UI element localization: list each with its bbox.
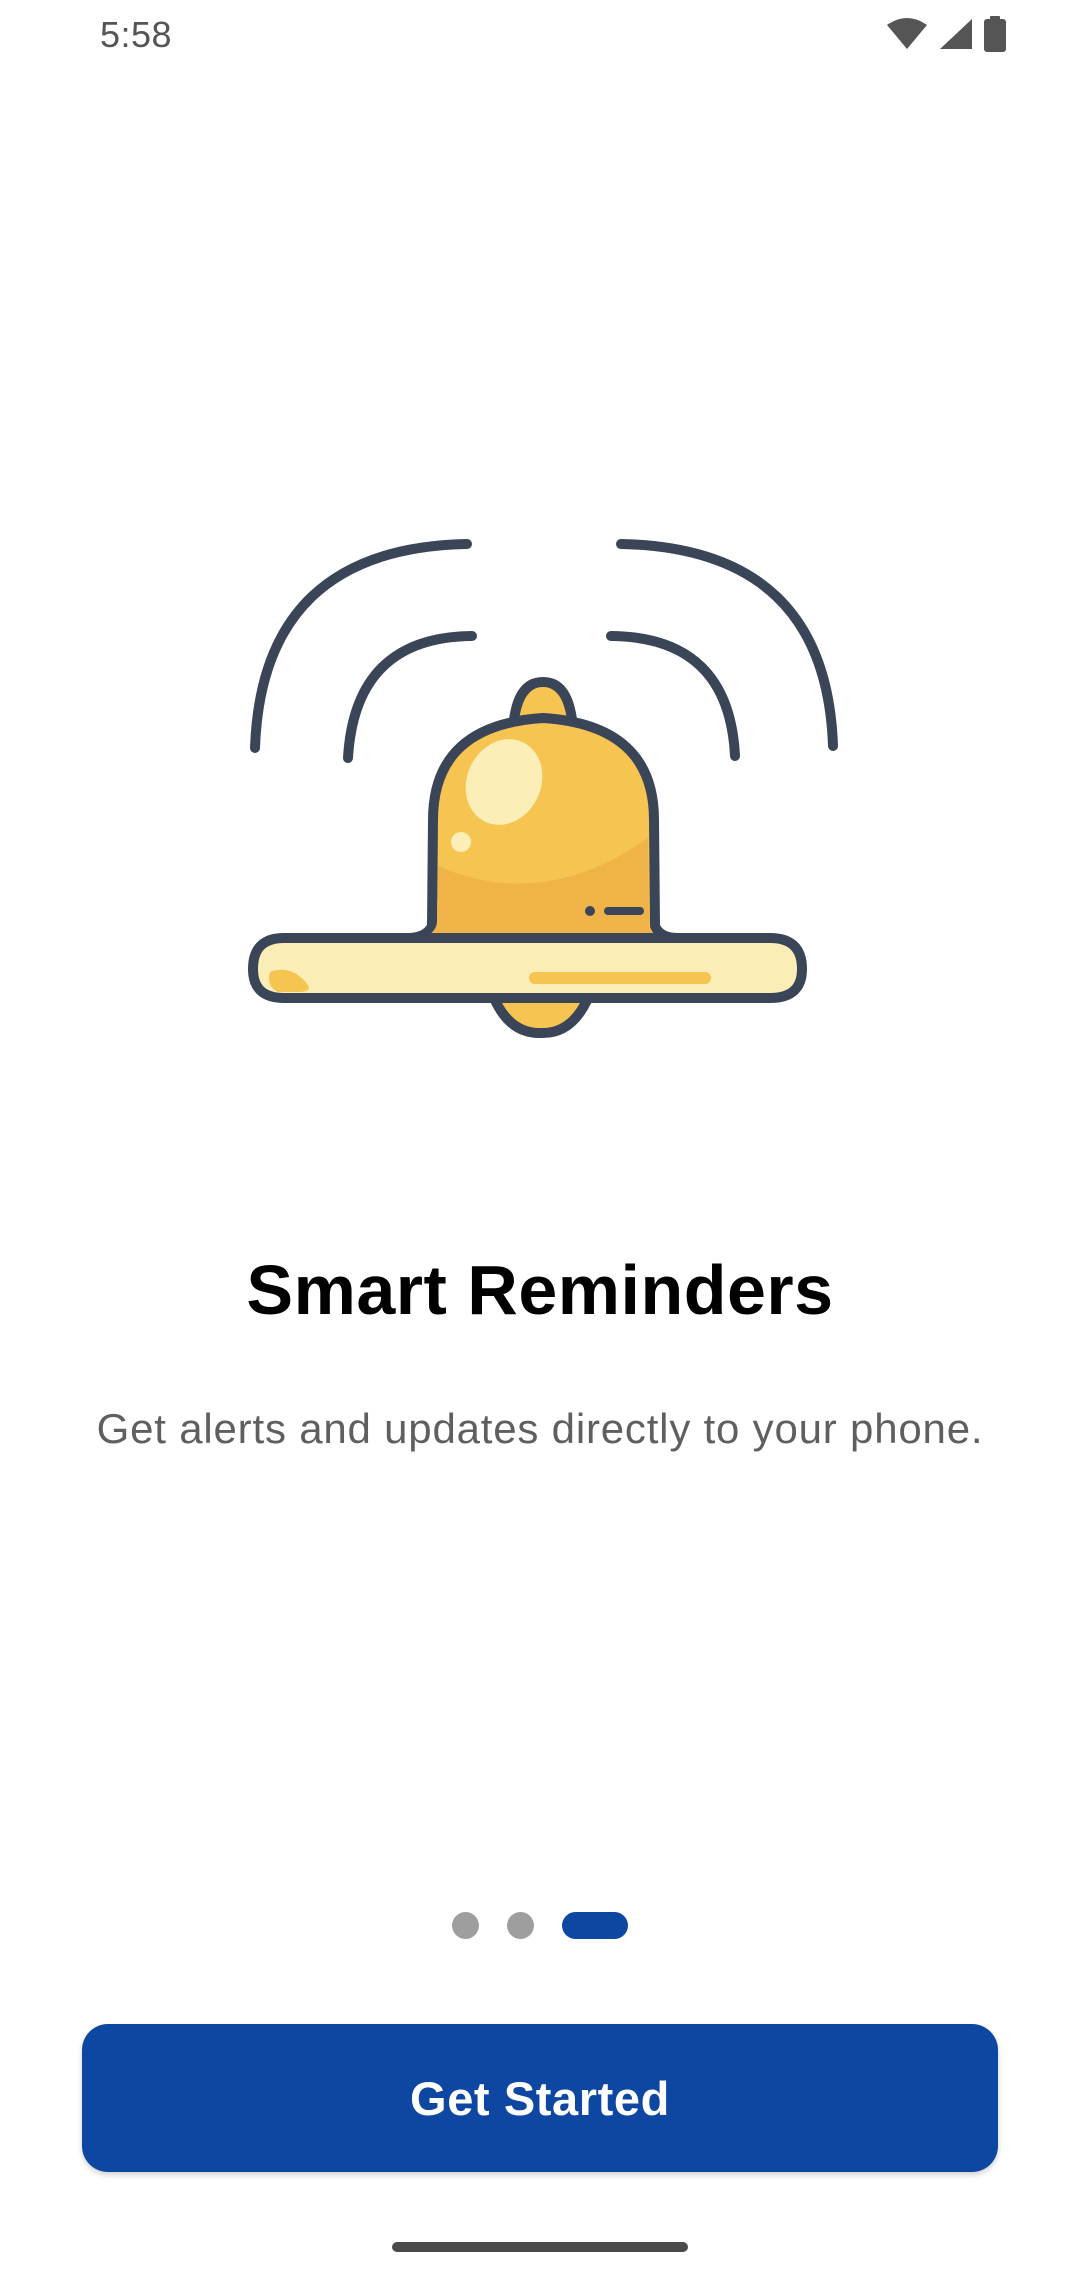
battery-icon	[984, 16, 1006, 52]
status-bar: 5:58	[0, 0, 1080, 70]
page-dot-3-active[interactable]	[562, 1912, 628, 1939]
onboarding-screen: 5:58 Smart Reminders Get alerts and upda…	[0, 0, 1080, 2280]
page-dot-2[interactable]	[507, 1912, 534, 1939]
onboarding-subtitle: Get alerts and updates directly to your …	[96, 1405, 984, 1452]
wifi-icon	[887, 18, 927, 49]
page-indicator	[0, 1912, 1080, 1939]
signal-icon	[940, 19, 972, 49]
status-time: 5:58	[100, 14, 173, 55]
bell-icon	[248, 539, 838, 1038]
gesture-nav-handle[interactable]	[392, 2242, 688, 2252]
onboarding-title: Smart Reminders	[246, 1251, 834, 1329]
status-icons	[886, 16, 1006, 52]
page-dot-1[interactable]	[452, 1912, 479, 1939]
get-started-button[interactable]: Get Started	[82, 2024, 998, 2172]
